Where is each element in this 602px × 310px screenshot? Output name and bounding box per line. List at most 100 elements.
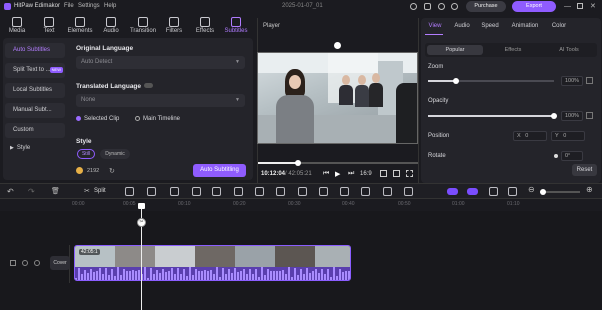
timeline-zoom-track[interactable] bbox=[540, 191, 580, 193]
color-icon[interactable] bbox=[361, 187, 370, 196]
subtab-ai-tools[interactable]: AI Tools bbox=[541, 45, 597, 55]
tab-color[interactable]: Color bbox=[547, 18, 571, 34]
timeline-zoom-knob[interactable] bbox=[540, 189, 546, 195]
menu-file[interactable]: File bbox=[64, 3, 74, 9]
video-preview[interactable] bbox=[257, 52, 418, 144]
account-icon[interactable] bbox=[410, 3, 417, 10]
rotate-dial[interactable] bbox=[554, 154, 558, 158]
crop-tool-icon[interactable] bbox=[212, 187, 221, 196]
rotate-tool-icon[interactable] bbox=[234, 187, 243, 196]
mute-icon[interactable] bbox=[34, 260, 40, 266]
progress-knob[interactable] bbox=[295, 160, 301, 166]
sidebar-item-custom[interactable]: Custom bbox=[5, 123, 65, 138]
close-icon[interactable]: ✕ bbox=[590, 2, 596, 10]
sidebar-item-split-text[interactable]: Split Text to ... NEW bbox=[5, 63, 65, 78]
playhead-handle[interactable] bbox=[138, 203, 145, 209]
preview-icon[interactable] bbox=[489, 187, 498, 196]
mirror-icon[interactable] bbox=[255, 187, 264, 196]
tab-media[interactable]: Media bbox=[3, 15, 31, 39]
aspect-ratio[interactable]: 16:9 bbox=[360, 171, 372, 177]
tab-speed[interactable]: Speed bbox=[479, 18, 501, 34]
redo-icon[interactable]: ↷ bbox=[28, 187, 35, 196]
zoom-slider-knob[interactable] bbox=[453, 78, 459, 84]
style-still-option[interactable]: Still bbox=[77, 149, 95, 159]
tab-elements[interactable]: Elements bbox=[66, 15, 94, 39]
cover-button[interactable]: Cover bbox=[50, 256, 70, 270]
position-x-field[interactable]: X 0 bbox=[513, 131, 547, 141]
audio-detach-icon[interactable] bbox=[298, 187, 307, 196]
refresh-icon[interactable]: ↻ bbox=[109, 167, 115, 175]
sidebar-item-local-subtitles[interactable]: Local Subtitles bbox=[5, 83, 65, 98]
ai-tool-icon[interactable] bbox=[340, 187, 349, 196]
scissors-icon[interactable]: ✂ bbox=[137, 218, 146, 227]
lock-icon[interactable] bbox=[10, 260, 16, 266]
rotate-handle[interactable] bbox=[334, 42, 341, 49]
ripple-icon[interactable] bbox=[508, 187, 517, 196]
play-icon[interactable]: ▶ bbox=[335, 170, 340, 178]
opacity-slider-knob[interactable] bbox=[551, 113, 557, 119]
tab-view[interactable]: View bbox=[425, 18, 445, 34]
purchase-button[interactable]: Purchase bbox=[466, 1, 506, 12]
tab-transition[interactable]: Transition bbox=[129, 15, 157, 39]
time-ruler[interactable]: 00:00 00:05 00:10 00:20 00:30 00:40 00:5… bbox=[0, 199, 602, 211]
zoom-in-icon[interactable]: ⊕ bbox=[586, 185, 593, 194]
sticker-icon[interactable] bbox=[383, 187, 392, 196]
subtab-effects[interactable]: Effects bbox=[485, 45, 541, 55]
minimize-icon[interactable]: — bbox=[564, 3, 571, 10]
sidebar-item-style[interactable]: ▶ Style bbox=[5, 141, 65, 156]
fullscreen-icon[interactable] bbox=[406, 170, 413, 177]
maximize-icon[interactable] bbox=[577, 3, 583, 9]
translated-language-select[interactable]: None ▼ bbox=[76, 94, 245, 107]
selected-clip-radio[interactable]: Selected Clip bbox=[76, 116, 119, 122]
export-button[interactable]: Export bbox=[512, 1, 556, 12]
zoom-value-field[interactable]: 100% bbox=[561, 76, 583, 86]
rotate-value-field[interactable]: 0° bbox=[561, 151, 583, 161]
tab-filters[interactable]: Filters bbox=[160, 15, 188, 39]
gift-icon[interactable] bbox=[424, 3, 431, 10]
video-clip[interactable]: 42:05:1 bbox=[74, 245, 351, 281]
sidebar-item-manual-subtitles[interactable]: Manual Subt... bbox=[5, 103, 65, 118]
snapshot-icon[interactable] bbox=[380, 170, 387, 177]
tab-audio[interactable]: Audio bbox=[97, 15, 125, 39]
help-icon[interactable] bbox=[438, 3, 445, 10]
user-icon[interactable] bbox=[451, 3, 458, 10]
more-icon[interactable] bbox=[404, 187, 413, 196]
split-icon[interactable]: ✂ bbox=[84, 187, 90, 195]
style-dynamic-option[interactable]: Dynamic bbox=[100, 149, 130, 159]
sidebar-item-auto-subtitles[interactable]: Auto Subtitles bbox=[5, 43, 65, 58]
next-frame-icon[interactable]: ⏭ bbox=[348, 170, 354, 178]
undo-icon[interactable]: ↶ bbox=[7, 187, 14, 196]
tab-text[interactable]: Text bbox=[35, 15, 63, 39]
tab-audio-props[interactable]: Audio bbox=[451, 18, 473, 34]
magnet-icon[interactable] bbox=[447, 188, 458, 195]
translate-toggle[interactable] bbox=[144, 83, 154, 88]
split-label[interactable]: Split bbox=[94, 188, 106, 194]
opacity-keyframe-icon[interactable] bbox=[586, 112, 593, 119]
auto-subtitling-button[interactable]: Auto Subtitling bbox=[193, 164, 246, 177]
main-timeline-radio[interactable]: Main Timeline bbox=[135, 116, 180, 122]
reset-button[interactable]: Reset bbox=[572, 164, 597, 176]
tab-subtitles[interactable]: Subtitles bbox=[222, 15, 250, 39]
opacity-slider-track[interactable] bbox=[428, 115, 554, 117]
position-y-field[interactable]: Y 0 bbox=[551, 131, 585, 141]
menu-help[interactable]: Help bbox=[104, 3, 116, 9]
text-tool-icon[interactable] bbox=[147, 187, 156, 196]
zoom-out-icon[interactable]: ⊖ bbox=[528, 185, 535, 194]
delete-icon[interactable]: 🗑 bbox=[51, 187, 60, 195]
original-language-select[interactable]: Auto Detect ▼ bbox=[76, 56, 245, 69]
link-icon[interactable] bbox=[467, 188, 478, 195]
mask-icon[interactable] bbox=[319, 187, 328, 196]
tab-animation[interactable]: Animation bbox=[509, 18, 541, 34]
reverse-icon[interactable] bbox=[276, 187, 285, 196]
zoom-keyframe-icon[interactable] bbox=[586, 77, 593, 84]
trim-icon[interactable] bbox=[125, 187, 134, 196]
opacity-value-field[interactable]: 100% bbox=[561, 111, 583, 121]
tab-effects[interactable]: Effects bbox=[191, 15, 219, 39]
freeze-icon[interactable] bbox=[170, 187, 179, 196]
crop-icon[interactable] bbox=[393, 170, 400, 177]
subtab-popular[interactable]: Popular bbox=[427, 45, 483, 55]
prev-frame-icon[interactable]: ⏮ bbox=[323, 170, 329, 178]
speed-icon[interactable] bbox=[192, 187, 201, 196]
eye-icon[interactable] bbox=[22, 260, 28, 266]
menu-settings[interactable]: Settings bbox=[78, 3, 100, 9]
